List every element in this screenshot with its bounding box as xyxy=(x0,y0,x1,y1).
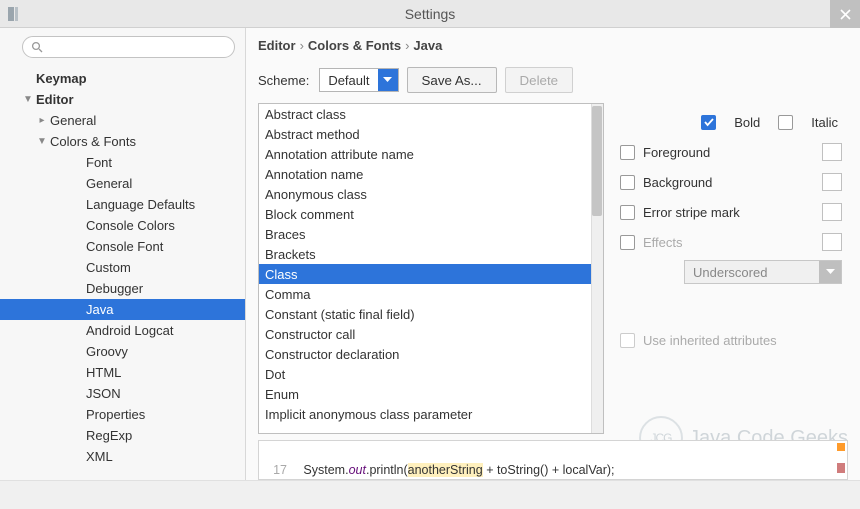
error-stripe-checkbox[interactable] xyxy=(620,205,635,220)
chevron-right-icon: ▸ xyxy=(36,115,48,126)
delete-button: Delete xyxy=(505,67,574,93)
list-item[interactable]: Annotation attribute name xyxy=(259,144,603,164)
tree-item-label: Android Logcat xyxy=(84,323,173,338)
list-item[interactable]: Anonymous class xyxy=(259,184,603,204)
list-item[interactable]: Braces xyxy=(259,224,603,244)
foreground-label: Foreground xyxy=(643,145,710,160)
search-input[interactable] xyxy=(47,40,226,54)
tree-item[interactable]: Groovy xyxy=(0,341,245,362)
list-item[interactable]: Dot xyxy=(259,364,603,384)
list-item[interactable]: Annotation name xyxy=(259,164,603,184)
error-stripe-label: Error stripe mark xyxy=(643,205,740,220)
chevron-down-icon xyxy=(819,261,841,283)
breadcrumb: Editor›Colors & Fonts›Java xyxy=(246,28,860,63)
list-item[interactable]: Comma xyxy=(259,284,603,304)
tree-item-label: RegExp xyxy=(84,428,132,443)
tree-item[interactable]: HTML xyxy=(0,362,245,383)
list-item[interactable]: Enum xyxy=(259,384,603,404)
tree-item-label: Groovy xyxy=(84,344,128,359)
background-swatch[interactable] xyxy=(822,173,842,191)
tree-item-label: General xyxy=(48,113,96,128)
list-item[interactable]: Class xyxy=(259,264,603,284)
close-button[interactable] xyxy=(830,0,860,28)
list-item[interactable]: Block comment xyxy=(259,204,603,224)
list-item[interactable]: Constant (static final field) xyxy=(259,304,603,324)
tree-item-label: Console Colors xyxy=(84,218,175,233)
window-title: Settings xyxy=(405,6,456,22)
chevron-down-icon: ▼ xyxy=(36,136,48,147)
tree-item-label: Console Font xyxy=(84,239,163,254)
background-label: Background xyxy=(643,175,712,190)
settings-tree-sidebar: Keymap▼Editor▸General▼Colors & FontsFont… xyxy=(0,28,246,480)
tree-item[interactable]: Keymap xyxy=(0,68,245,89)
bold-label: Bold xyxy=(734,115,760,130)
tree-item[interactable]: Custom xyxy=(0,257,245,278)
tree-item-label: Editor xyxy=(34,92,74,107)
list-item[interactable]: Brackets xyxy=(259,244,603,264)
tree-item[interactable]: JSON xyxy=(0,383,245,404)
effects-label: Effects xyxy=(643,235,683,250)
tree-item[interactable]: Console Colors xyxy=(0,215,245,236)
list-item[interactable]: Constructor declaration xyxy=(259,344,603,364)
list-item[interactable]: Abstract class xyxy=(259,104,603,124)
list-item[interactable]: Abstract method xyxy=(259,124,603,144)
tree-item-label: JSON xyxy=(84,386,121,401)
inherit-label: Use inherited attributes xyxy=(643,333,777,348)
chevron-down-icon: ▼ xyxy=(22,94,34,105)
bold-checkbox[interactable] xyxy=(701,115,716,130)
background-checkbox[interactable] xyxy=(620,175,635,190)
tree-item-label: Java xyxy=(84,302,113,317)
tree-item-label: Properties xyxy=(84,407,145,422)
tree-item[interactable]: RegExp xyxy=(0,425,245,446)
tree-item[interactable]: Font xyxy=(0,152,245,173)
chevron-down-icon xyxy=(378,69,398,91)
listbox-scrollbar[interactable] xyxy=(591,104,603,433)
tree-item-label: Custom xyxy=(84,260,131,275)
tree-item[interactable]: ▸General xyxy=(0,110,245,131)
tree-item[interactable]: Language Defaults xyxy=(0,194,245,215)
inherit-checkbox[interactable] xyxy=(620,333,635,348)
app-icon xyxy=(6,5,24,23)
tree-item[interactable]: ▼Colors & Fonts xyxy=(0,131,245,152)
tree-item-label: Colors & Fonts xyxy=(48,134,136,149)
tree-item-label: HTML xyxy=(84,365,121,380)
italic-checkbox[interactable] xyxy=(778,115,793,130)
tree-item[interactable]: Android Logcat xyxy=(0,320,245,341)
foreground-swatch[interactable] xyxy=(822,143,842,161)
list-item[interactable]: Constructor call xyxy=(259,324,603,344)
save-as-button[interactable]: Save As... xyxy=(407,67,497,93)
tree-item[interactable]: XML xyxy=(0,446,245,467)
tree-item[interactable]: General xyxy=(0,173,245,194)
tree-item[interactable]: ▼Editor xyxy=(0,89,245,110)
tree-item-label: General xyxy=(84,176,132,191)
search-icon xyxy=(31,41,43,53)
search-input-wrap[interactable] xyxy=(22,36,235,58)
tree-item-label: XML xyxy=(84,449,113,464)
scheme-label: Scheme: xyxy=(258,73,309,88)
tree-item[interactable]: Debugger xyxy=(0,278,245,299)
tree-item[interactable]: Properties xyxy=(0,404,245,425)
list-item[interactable]: Implicit anonymous class parameter xyxy=(259,404,603,424)
effects-type-select: Underscored xyxy=(684,260,842,284)
tree-item-label: Debugger xyxy=(84,281,143,296)
effects-checkbox[interactable] xyxy=(620,235,635,250)
effects-swatch[interactable] xyxy=(822,233,842,251)
italic-label: Italic xyxy=(811,115,838,130)
attribute-listbox[interactable]: Abstract classAbstract methodAnnotation … xyxy=(258,103,604,434)
scheme-select[interactable]: Default xyxy=(319,68,398,92)
tree-item[interactable]: Java xyxy=(0,299,245,320)
foreground-checkbox[interactable] xyxy=(620,145,635,160)
tree-item-label: Font xyxy=(84,155,112,170)
tree-item-label: Language Defaults xyxy=(84,197,195,212)
tree-item[interactable]: Console Font xyxy=(0,236,245,257)
tree-item-label: Keymap xyxy=(34,71,87,86)
code-preview: 17 System.out.println(anotherString + to… xyxy=(258,440,848,480)
error-stripe-swatch[interactable] xyxy=(822,203,842,221)
